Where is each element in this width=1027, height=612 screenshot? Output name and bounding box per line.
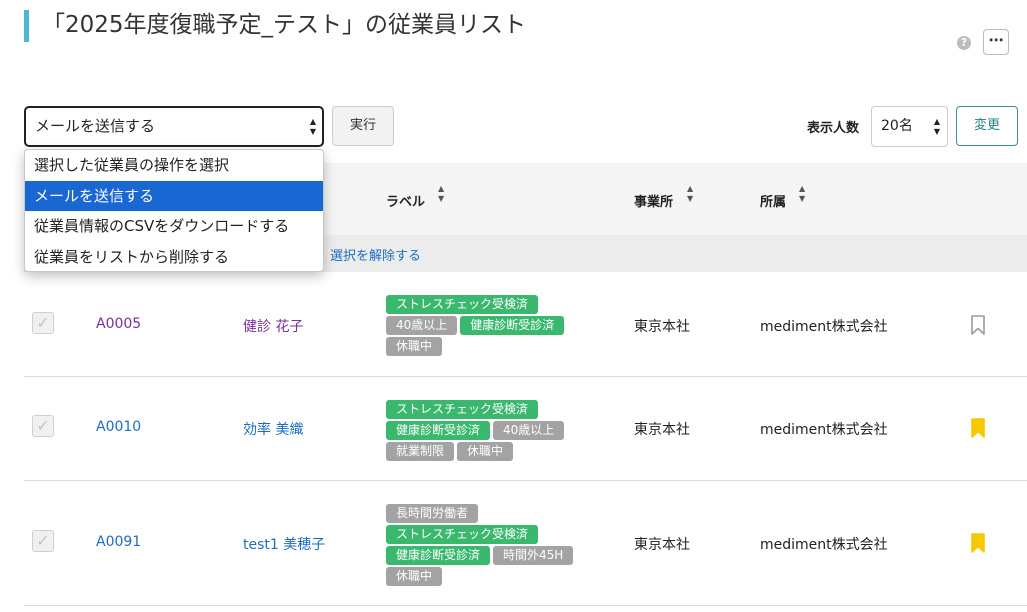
employee-name-link[interactable]: test1 美穂子 [243,534,325,554]
label-badge: 健康診断受診済 [386,546,491,565]
dept-cell: mediment株式会社 [760,537,888,553]
action-select-value: メールを送信する [35,117,156,135]
select-arrows-icon: ▲ ▼ [309,117,316,136]
label-badge: 40歳以上 [493,421,565,440]
row-checkbox[interactable]: ✓ [32,530,54,552]
dept-cell: mediment株式会社 [760,422,888,438]
execute-button[interactable]: 実行 [332,106,394,146]
table-row: ✓ A0010 効率 美織 ストレスチェック受検済 健康診断受診済 40歳以上 就… [24,377,1027,481]
clear-selection-link[interactable]: 選択を解除する [330,245,421,264]
action-select[interactable]: メールを送信する ▲ ▼ [24,106,324,147]
more-options-button[interactable]: ⋯ [983,29,1009,55]
display-count-label: 表示人数 [807,121,860,136]
label-list: ストレスチェック受検済 健康診断受診済 40歳以上 就業制限 休職中 [386,398,626,461]
menu-option-choose-action[interactable]: 選択した従業員の操作を選択 [25,150,323,181]
office-cell: 東京本社 [634,319,690,335]
employee-name-link[interactable]: 効率 美織 [243,419,303,439]
label-badge: ストレスチェック受検済 [386,400,539,419]
display-count-select[interactable]: 20名 ▲ ▼ [871,106,948,147]
office-cell: 東京本社 [634,537,690,553]
label-badge: 休職中 [457,442,514,461]
row-checkbox[interactable]: ✓ [32,312,54,334]
column-header-office[interactable]: 事業所 [634,191,673,210]
question-icon[interactable]: ? [957,36,971,50]
label-badge: 休職中 [386,567,443,586]
label-badge: 休職中 [386,337,443,356]
bookmark-icon[interactable] [970,533,986,553]
employee-id-link[interactable]: A0005 [96,316,141,332]
label-badge: 時間外45H [493,546,574,565]
employee-id-link[interactable]: A0091 [96,534,141,550]
bookmark-icon[interactable] [970,315,986,335]
menu-option-download-csv[interactable]: 従業員情報のCSVをダウンロードする [25,211,323,242]
office-cell: 東京本社 [634,422,690,438]
row-checkbox[interactable]: ✓ [32,415,54,437]
change-button[interactable]: 変更 [956,106,1018,146]
title-accent-bar [24,10,29,42]
label-badge: 長時間労働者 [386,504,479,523]
select-arrows-icon: ▲ ▼ [933,117,940,136]
bookmark-icon[interactable] [970,418,986,438]
menu-option-send-mail[interactable]: メールを送信する [25,180,323,211]
sort-icon[interactable]: ▲ ▼ [687,184,693,204]
label-badge: ストレスチェック受検済 [386,295,539,314]
label-badge: 健康診断受診済 [386,421,491,440]
label-badge: ストレスチェック受検済 [386,525,539,544]
label-list: ストレスチェック受検済 40歳以上 健康診断受診済 休職中 [386,293,626,356]
label-list: 長時間労働者 ストレスチェック受検済 健康診断受診済 時間外45H 休職中 [386,502,626,586]
table-row: ✓ A0091 test1 美穂子 長時間労働者 ストレスチェック受検済 健康診… [24,481,1027,606]
label-badge: 就業制限 [386,442,455,461]
table-row: ✓ A0005 健診 花子 ストレスチェック受検済 40歳以上 健康診断受診済 休… [24,272,1027,377]
employee-id-link[interactable]: A0010 [96,419,141,435]
label-badge: 健康診断受診済 [460,316,565,335]
employee-name-link[interactable]: 健診 花子 [243,316,303,336]
action-dropdown-menu: 選択した従業員の操作を選択 メールを送信する 従業員情報のCSVをダウンロードす… [24,149,324,272]
dept-cell: mediment株式会社 [760,319,888,335]
column-header-dept[interactable]: 所属 [760,191,786,210]
menu-option-remove-from-list[interactable]: 従業員をリストから削除する [25,242,323,272]
page-title: 「2025年度復職予定_テスト」の従業員リスト [42,12,527,38]
sort-icon[interactable]: ▲ ▼ [799,184,805,204]
column-header-label[interactable]: ラベル [386,191,425,210]
label-badge: 40歳以上 [386,316,458,335]
display-count-value: 20名 [881,118,913,134]
sort-icon[interactable]: ▲ ▼ [438,184,444,204]
